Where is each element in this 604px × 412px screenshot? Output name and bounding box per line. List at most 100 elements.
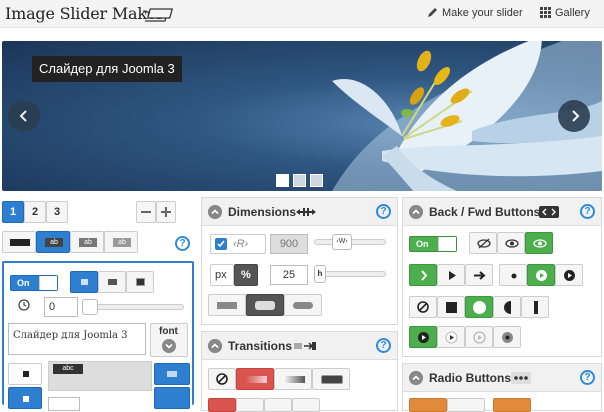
prev-slide-button[interactable] <box>8 100 40 132</box>
arrow-style-chevron[interactable] <box>409 264 437 286</box>
radio-style-2[interactable] <box>447 398 485 412</box>
style-ab-3-button[interactable]: ab <box>104 231 138 253</box>
shape-bar-button[interactable] <box>521 296 549 318</box>
position-right[interactable] <box>154 363 190 385</box>
transition-extra-4[interactable] <box>292 398 320 412</box>
style-ab-1-button[interactable]: ab <box>36 231 70 253</box>
slider-dot-1[interactable] <box>276 174 289 187</box>
delay-input[interactable]: 0 <box>44 297 78 317</box>
backfwd-on-toggle[interactable]: On <box>409 236 457 252</box>
slide-tab-3[interactable]: 3 <box>46 201 68 223</box>
style-dark-button[interactable] <box>2 231 36 253</box>
visibility-hover-button[interactable] <box>497 232 525 254</box>
circle-play-dark-icon <box>564 270 575 281</box>
delay-slider-track[interactable] <box>84 304 184 310</box>
color-grey-dot[interactable] <box>493 326 521 348</box>
arrow-style-circle-play[interactable] <box>527 264 555 286</box>
visibility-hidden-button[interactable] <box>469 232 497 254</box>
transition-none-button[interactable] <box>208 368 236 390</box>
shape-none-button[interactable] <box>409 296 437 318</box>
width-input[interactable]: 900 <box>270 234 308 254</box>
transitions-help-icon[interactable]: ? <box>376 338 391 353</box>
transition-extra-3[interactable] <box>264 398 292 412</box>
nav-gallery[interactable]: Gallery <box>540 7 590 19</box>
transition-zoom-button[interactable] <box>312 368 350 390</box>
transition-extra-1[interactable] <box>208 398 236 412</box>
remove-slide-button[interactable] <box>136 201 156 223</box>
width-slider-knob[interactable]: ‹W› <box>332 234 352 250</box>
shape-square-button[interactable] <box>208 294 246 316</box>
chevron-left-icon <box>19 110 27 122</box>
shape-square-button[interactable] <box>437 296 465 318</box>
caption-style-3[interactable] <box>126 271 154 293</box>
help-icon[interactable]: ? <box>175 236 190 251</box>
color-outline-play[interactable] <box>465 326 493 348</box>
nav-make-slider[interactable]: Make your slider <box>427 7 523 19</box>
color-dark-play[interactable] <box>409 326 437 348</box>
transitions-header[interactable]: Transitions ? <box>202 332 397 360</box>
dimensions-help-icon[interactable]: ? <box>376 204 391 219</box>
slide-tab-2[interactable]: 2 <box>24 201 46 223</box>
next-slide-button[interactable] <box>558 100 590 132</box>
font-button[interactable]: font <box>150 323 188 357</box>
caption-style-1[interactable] <box>70 271 98 293</box>
radio-buttons-header[interactable]: Radio Buttons ? <box>403 364 601 392</box>
slide-tab-1[interactable]: 1 <box>2 201 24 223</box>
position-swatch <box>23 371 29 377</box>
arrow-style-dot[interactable] <box>499 264 527 286</box>
transition-extra-2[interactable] <box>236 398 264 412</box>
shape-swatch <box>446 302 457 313</box>
transition-slide-button[interactable] <box>236 368 274 390</box>
unit-px-button[interactable]: px <box>210 264 234 286</box>
shape-rounded-button[interactable] <box>246 294 284 316</box>
ban-icon <box>216 373 228 385</box>
add-slide-button[interactable] <box>156 201 176 223</box>
ab-swatch-3: ab <box>113 238 131 247</box>
r-label-text: R <box>236 238 245 250</box>
slider-dot-2[interactable] <box>293 174 306 187</box>
shape-swatch <box>255 301 275 310</box>
responsive-checkbox[interactable] <box>215 238 227 250</box>
height-input[interactable]: 25 <box>270 265 308 285</box>
height-slider-knob[interactable]: h <box>314 265 326 283</box>
slider-dot-3[interactable] <box>310 174 323 187</box>
slide-tab-3-label: 3 <box>54 206 61 218</box>
radio-style-3[interactable] <box>493 398 531 412</box>
shape-swatch <box>534 301 538 314</box>
position-bottom-right[interactable] <box>154 387 190 409</box>
abc-preview: abc <box>53 364 83 374</box>
shape-pill-button[interactable] <box>284 294 322 316</box>
circle-play-outline-icon <box>473 331 486 344</box>
radio-buttons-help-icon[interactable]: ? <box>580 370 595 385</box>
position-top-left[interactable] <box>8 363 42 385</box>
font-label: font <box>159 326 178 337</box>
caption-text-input[interactable]: Слайдер для Joomla 3 <box>8 323 146 355</box>
circle-play-icon <box>418 332 429 343</box>
caption-on-label: On <box>17 278 30 288</box>
visibility-always-button[interactable] <box>525 232 553 254</box>
shape-swatch <box>293 302 313 309</box>
caption-style-2[interactable] <box>98 271 126 293</box>
color-light-play[interactable] <box>437 326 465 348</box>
arrow-style-arrow[interactable] <box>465 264 493 286</box>
delay-slider-knob[interactable] <box>82 299 98 315</box>
backfwd-title: Back / Fwd Buttons <box>429 205 541 219</box>
position-bottom-left[interactable] <box>8 387 42 409</box>
arrow-style-triangle[interactable] <box>437 264 465 286</box>
unit-percent-button[interactable]: % <box>234 264 258 286</box>
circle-play-light-icon <box>445 331 458 344</box>
style-swatch <box>136 278 145 286</box>
shape-circle-button[interactable] <box>465 296 493 318</box>
ban-icon <box>417 301 429 313</box>
backfwd-header[interactable]: Back / Fwd Buttons ? <box>403 198 601 226</box>
arrow-style-circle-dark[interactable] <box>555 264 583 286</box>
shape-half-circle-button[interactable] <box>493 296 521 318</box>
style-ab-2-button[interactable]: ab <box>70 231 104 253</box>
radio-style-1[interactable] <box>409 398 447 412</box>
position-input[interactable] <box>48 397 80 411</box>
dimensions-header[interactable]: Dimensions ? <box>202 198 397 226</box>
caption-on-toggle[interactable]: On <box>10 275 58 291</box>
responsive-checkbox-group[interactable]: ‹R› <box>210 234 266 254</box>
backfwd-help-icon[interactable]: ? <box>580 204 595 219</box>
transition-fade-button[interactable] <box>274 368 312 390</box>
